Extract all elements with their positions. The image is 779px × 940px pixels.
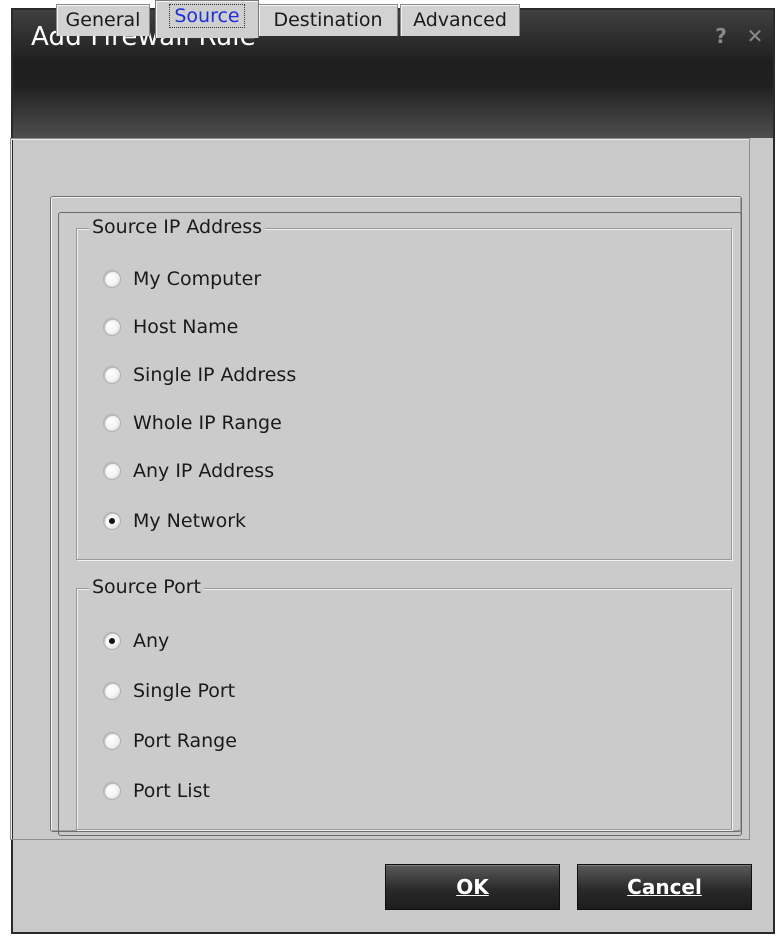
radio-my-computer[interactable]: My Computer <box>103 265 261 293</box>
radio-port-list[interactable]: Port List <box>103 777 210 805</box>
radio-label: Whole IP Range <box>133 412 282 434</box>
tab-destination[interactable]: Destination <box>258 4 398 36</box>
radio-indicator[interactable] <box>103 414 121 432</box>
radio-my-network[interactable]: My Network <box>103 507 246 535</box>
cancel-button-label: Cancel <box>627 875 702 899</box>
tab-general-label: General <box>65 9 141 31</box>
source-ip-address-legend: Source IP Address <box>89 216 266 238</box>
radio-indicator-checked[interactable] <box>103 512 121 530</box>
radio-indicator[interactable] <box>103 732 121 750</box>
radio-indicator[interactable] <box>103 270 121 288</box>
radio-indicator[interactable] <box>103 462 121 480</box>
radio-indicator[interactable] <box>103 366 121 384</box>
radio-whole-ip-range[interactable]: Whole IP Range <box>103 409 282 437</box>
ok-button[interactable]: OK <box>385 864 560 910</box>
tab-source-label: Source <box>169 4 245 28</box>
radio-label: Any <box>133 630 170 652</box>
radio-indicator[interactable] <box>103 782 121 800</box>
radio-label: My Network <box>133 510 247 532</box>
title-bar-glow <box>13 84 773 138</box>
radio-single-port[interactable]: Single Port <box>103 677 235 705</box>
radio-label: Host Name <box>133 316 239 338</box>
radio-label: Port Range <box>133 730 237 752</box>
radio-label: Any IP Address <box>133 460 275 482</box>
radio-label: Single Port <box>133 680 236 702</box>
radio-any-ip-address[interactable]: Any IP Address <box>103 457 274 485</box>
radio-label: My Computer <box>133 268 262 290</box>
radio-any-port[interactable]: Any <box>103 627 169 655</box>
tab-destination-label: Destination <box>273 9 383 31</box>
source-port-legend: Source Port <box>89 576 204 598</box>
ok-button-label: OK <box>456 875 489 899</box>
tab-general[interactable]: General <box>56 4 150 36</box>
radio-single-ip-address[interactable]: Single IP Address <box>103 361 296 389</box>
radio-label: Port List <box>133 780 210 802</box>
tab-advanced-label: Advanced <box>413 9 507 31</box>
tab-source[interactable]: Source <box>155 0 259 38</box>
source-port-group: Source Port Any Single Port Port Range P… <box>76 576 732 830</box>
radio-port-range[interactable]: Port Range <box>103 727 237 755</box>
radio-indicator[interactable] <box>103 318 121 336</box>
tab-advanced[interactable]: Advanced <box>400 4 520 36</box>
cancel-button[interactable]: Cancel <box>577 864 752 910</box>
radio-host-name[interactable]: Host Name <box>103 313 238 341</box>
source-ip-address-group: Source IP Address My Computer Host Name … <box>76 216 732 560</box>
radio-indicator-checked[interactable] <box>103 632 121 650</box>
help-icon[interactable]: ? <box>707 22 735 50</box>
radio-indicator[interactable] <box>103 682 121 700</box>
close-icon[interactable]: ✕ <box>741 22 769 50</box>
radio-label: Single IP Address <box>133 364 297 386</box>
